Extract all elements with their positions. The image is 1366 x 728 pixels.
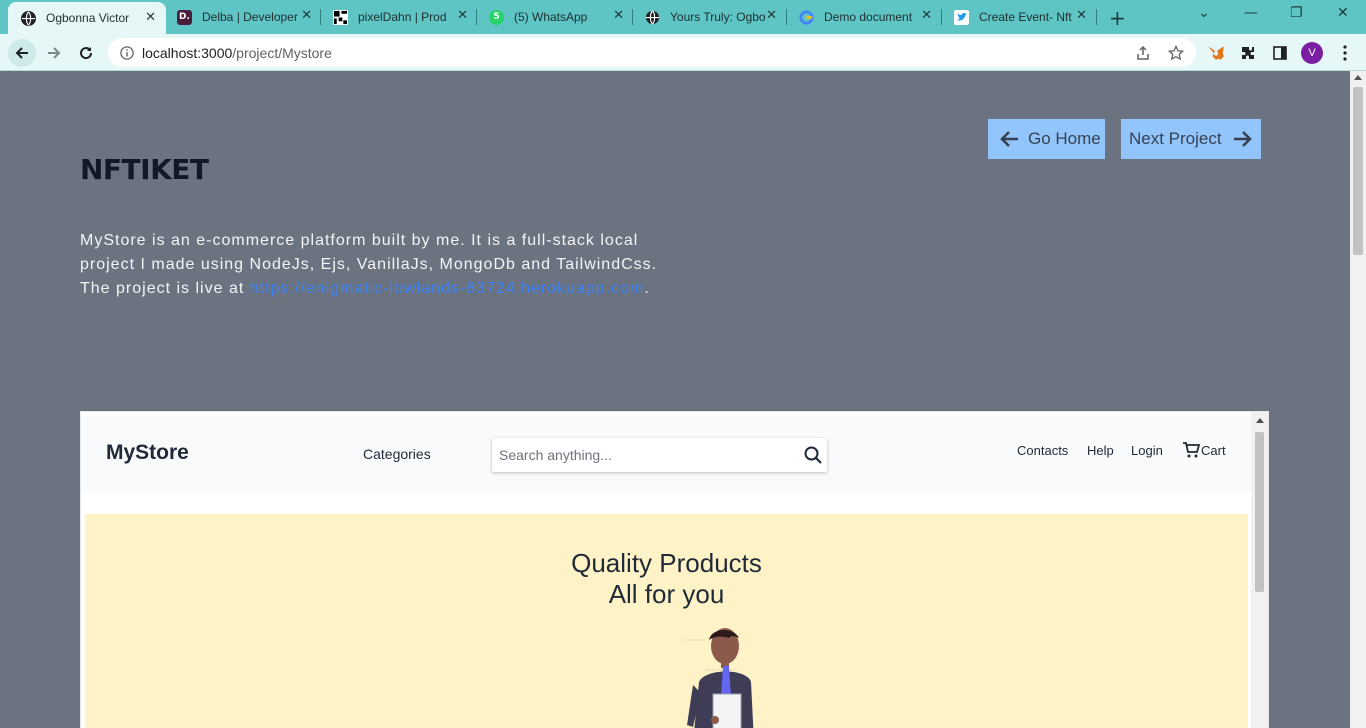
close-tab-icon[interactable]: ✕ <box>613 9 624 23</box>
extensions-icon[interactable] <box>1238 43 1258 63</box>
tab-title: (5) WhatsApp <box>514 10 588 24</box>
info-icon[interactable] <box>120 46 134 60</box>
preview-hero-line2: All for you <box>608 579 725 609</box>
preview-search-input <box>499 445 789 465</box>
tab-yours-truly[interactable]: Yours Truly: Ogbo ✕ <box>632 0 787 34</box>
close-tab-icon[interactable]: ✕ <box>457 9 468 23</box>
restore-icon[interactable]: ❐ <box>1290 5 1303 21</box>
preview-header: MyStore Categories Contacts Help Login C… <box>81 416 1251 493</box>
go-home-label: Go Home <box>1028 129 1101 148</box>
tab-whatsapp[interactable]: 5 (5) WhatsApp ✕ <box>476 0 634 34</box>
tab-strip: Ogbonna Victor ✕ D. Delba | Developer ✕ … <box>0 0 1366 34</box>
globe-icon <box>645 10 660 25</box>
project-description: MyStore is an e-commerce platform built … <box>80 229 680 301</box>
project-preview: MyStore Categories Contacts Help Login C… <box>80 411 1269 728</box>
menu-dots-icon[interactable] <box>1335 43 1355 63</box>
url-host: localhost:3000 <box>142 45 233 61</box>
description-suffix: . <box>644 280 650 297</box>
arrow-right-icon <box>48 47 61 59</box>
qr-icon <box>333 9 348 25</box>
side-panel-icon[interactable] <box>1270 43 1290 63</box>
tab-create-event[interactable]: Create Event- Nft ✕ <box>941 0 1097 34</box>
reload-icon <box>80 47 93 60</box>
tab-ogbonna[interactable]: Ogbonna Victor ✕ <box>8 2 166 34</box>
preview-hero-line1: Quality Products <box>571 548 762 578</box>
tab-title: Delba | Developer <box>202 10 298 24</box>
tab-title: pixelDahn | Prod <box>358 10 447 24</box>
tab-separator <box>1096 9 1097 25</box>
url-path: /project/Mystore <box>232 45 332 61</box>
minimize-icon[interactable]: — <box>1244 5 1258 21</box>
tab-demo-document[interactable]: Demo document ✕ <box>786 0 942 34</box>
profile-avatar[interactable]: V <box>1301 42 1323 64</box>
tab-title: Yours Truly: Ogbo <box>670 10 766 24</box>
tab-delba[interactable]: D. Delba | Developer ✕ <box>164 0 322 34</box>
preview-categories: Categories <box>363 446 431 462</box>
go-home-button[interactable]: Go Home <box>988 119 1105 159</box>
back-button[interactable] <box>8 39 36 67</box>
share-icon[interactable] <box>1135 45 1151 61</box>
preview-cart: Cart <box>1182 441 1226 459</box>
arrow-left-icon <box>1000 131 1018 147</box>
tab-title: Create Event- Nft <box>979 10 1072 24</box>
url-text: localhost:3000/project/Mystore <box>142 45 332 61</box>
preview-logo: MyStore <box>106 441 189 464</box>
preview-login-link: Login <box>1131 443 1163 458</box>
preview-scroll-thumb <box>1255 432 1264 592</box>
preview-contacts-link: Contacts <box>1017 443 1069 458</box>
tab-search-icon[interactable]: ⌄ <box>1198 5 1210 21</box>
preview-search-box <box>492 438 827 472</box>
preview-help-link: Help <box>1087 443 1114 458</box>
page-scroll-thumb[interactable] <box>1353 87 1363 255</box>
whatsapp-icon: 5 <box>489 9 504 25</box>
close-tab-icon[interactable]: ✕ <box>1076 9 1087 23</box>
person-illustration <box>685 628 754 728</box>
tab-title: Ogbonna Victor <box>46 11 130 25</box>
metamask-icon[interactable] <box>1206 43 1226 63</box>
tab-title: Demo document <box>824 10 913 24</box>
close-tab-icon[interactable]: ✕ <box>921 9 932 23</box>
scroll-up-arrow-icon <box>1256 418 1264 423</box>
forward-button[interactable] <box>40 39 68 67</box>
scroll-up-arrow-icon[interactable] <box>1354 75 1362 80</box>
next-project-button[interactable]: Next Project <box>1121 119 1261 159</box>
search-icon <box>804 446 822 464</box>
arrow-left-icon <box>15 47 28 59</box>
reload-button[interactable] <box>72 39 100 67</box>
browser-toolbar: localhost:3000/project/Mystore V <box>0 34 1366 71</box>
close-tab-icon[interactable]: ✕ <box>145 11 156 25</box>
google-icon <box>799 9 814 25</box>
page-scrollbar[interactable] <box>1350 71 1366 728</box>
new-tab-button[interactable]: + <box>1109 6 1126 30</box>
preview-cart-label: Cart <box>1201 442 1226 458</box>
bird-icon <box>954 9 969 25</box>
address-bar[interactable]: localhost:3000/project/Mystore <box>108 38 1196 67</box>
delba-icon: D. <box>177 9 192 25</box>
close-tab-icon[interactable]: ✕ <box>766 9 777 23</box>
close-tab-icon[interactable]: ✕ <box>301 9 312 23</box>
close-window-icon[interactable]: ✕ <box>1337 5 1349 21</box>
project-title: NFTIKET <box>80 153 209 186</box>
globe-icon <box>21 10 36 26</box>
live-site-link[interactable]: https://enigmatic-lowlands-83724.herokua… <box>250 280 645 297</box>
next-project-label: Next Project <box>1129 129 1222 148</box>
cart-icon <box>1183 442 1200 458</box>
preview-hero: Quality Products All for you <box>85 514 1248 728</box>
arrow-right-icon <box>1233 131 1252 147</box>
tab-pixeldahn[interactable]: pixelDahn | Prod ✕ <box>320 0 478 34</box>
page-viewport: Go Home Next Project NFTIKET MyStore is … <box>0 71 1350 728</box>
preview-hero-title: Quality Products All for you <box>85 548 1248 610</box>
preview-scrollbar <box>1251 412 1268 728</box>
star-icon[interactable] <box>1168 45 1184 61</box>
